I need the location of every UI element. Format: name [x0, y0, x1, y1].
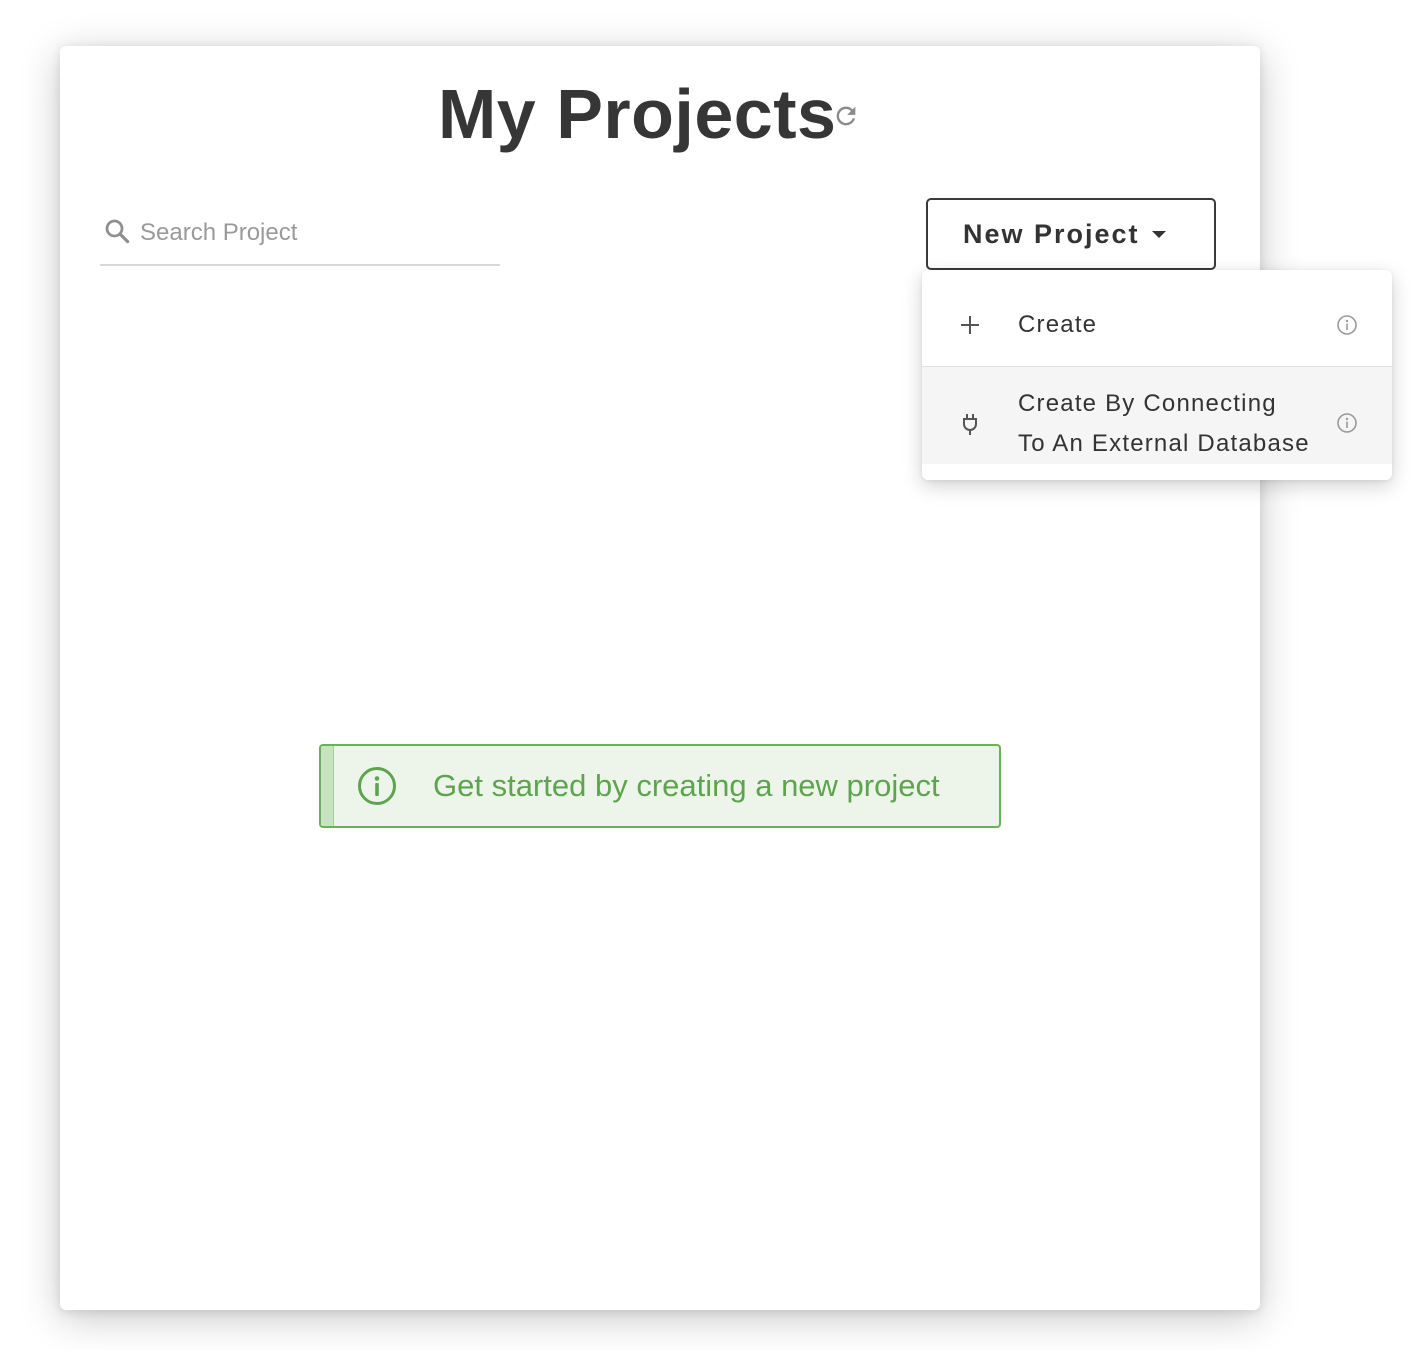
search-box [100, 206, 502, 266]
menu-item-label-line1: Create By Connecting [1018, 390, 1277, 417]
title-row: My Projects [60, 74, 1260, 154]
search-icon [105, 219, 130, 244]
menu-item-create[interactable]: Create [922, 284, 1392, 366]
empty-state-notice: Get started by creating a new project [319, 744, 1001, 828]
plus-icon [961, 316, 979, 334]
menu-item-label: Create [1018, 311, 1098, 338]
search-input[interactable] [138, 206, 502, 260]
notice-accent-bar [321, 746, 334, 826]
menu-item-label-line2: To An External Database [1018, 430, 1310, 457]
plug-icon [963, 414, 977, 435]
refresh-icon[interactable] [832, 102, 860, 130]
notice-text: Get started by creating a new project [433, 768, 940, 803]
projects-panel: My Projects New Project Get started by c… [60, 46, 1260, 1310]
new-project-button[interactable]: New Project [926, 198, 1216, 270]
menu-item-connect-external-db[interactable]: Create By Connecting To An External Data… [922, 367, 1392, 464]
info-icon[interactable] [1336, 314, 1358, 336]
info-circle-icon [358, 767, 396, 805]
info-icon[interactable] [1336, 412, 1358, 434]
caret-down-icon [1152, 231, 1166, 238]
page-title: My Projects [438, 75, 837, 153]
new-project-dropdown: Create Create By Connecting To An Extern… [922, 270, 1392, 480]
new-project-label: New Project [963, 219, 1140, 249]
